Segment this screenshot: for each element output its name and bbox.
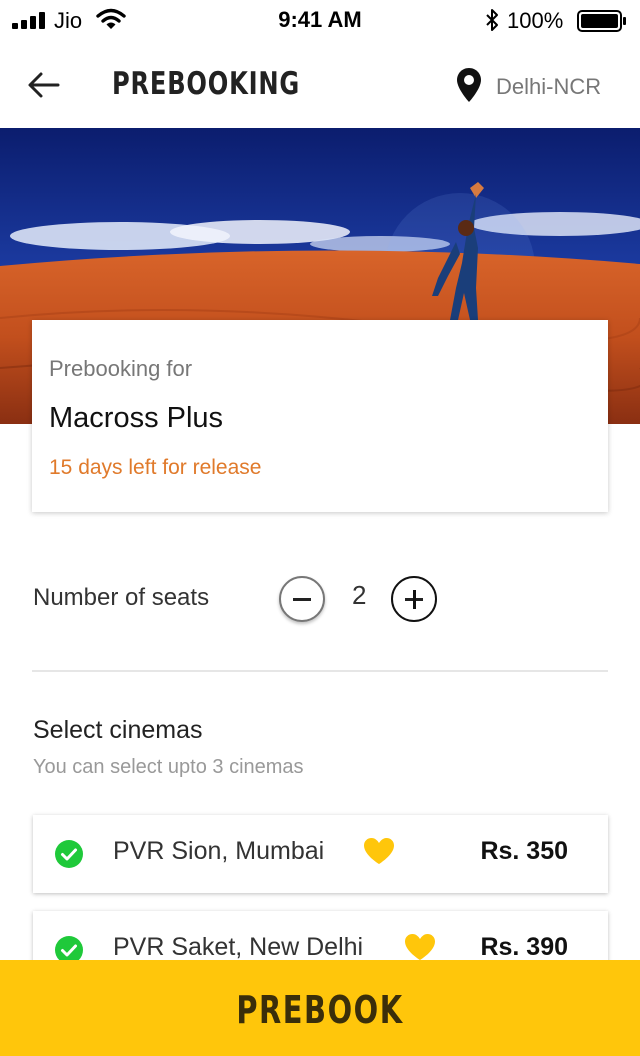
status-bar: Jio 9:41 AM 100% bbox=[0, 0, 640, 40]
cinema-name: PVR Sion, Mumbai bbox=[113, 837, 325, 865]
check-circle-icon[interactable] bbox=[54, 839, 84, 869]
increase-seats-button[interactable] bbox=[391, 576, 437, 622]
battery-percent: 100% bbox=[507, 8, 564, 33]
back-arrow-icon[interactable] bbox=[26, 69, 62, 101]
location-pin-icon bbox=[457, 68, 481, 102]
prebook-button[interactable]: PREBOOK bbox=[0, 960, 640, 1056]
heart-icon[interactable] bbox=[404, 933, 436, 961]
heart-icon[interactable] bbox=[363, 837, 395, 865]
bluetooth-icon bbox=[486, 9, 498, 31]
page-title: PREBOOKING bbox=[112, 66, 301, 102]
release-countdown: 15 days left for release bbox=[49, 456, 262, 479]
movie-title: Macross Plus bbox=[49, 402, 224, 434]
location-label: Delhi-NCR bbox=[496, 74, 602, 99]
cinema-price: Rs. 390 bbox=[480, 933, 568, 961]
prebooking-caption: Prebooking for bbox=[49, 356, 193, 381]
app-header: PREBOOKING Delhi-NCR bbox=[0, 40, 640, 128]
select-cinemas-title: Select cinemas bbox=[33, 716, 203, 744]
decrease-seats-button[interactable] bbox=[279, 576, 325, 622]
cinema-name: PVR Saket, New Delhi bbox=[113, 933, 364, 961]
movie-info-card: Prebooking for Macross Plus 15 days left… bbox=[32, 320, 608, 512]
select-cinemas-hint: You can select upto 3 cinemas bbox=[33, 756, 304, 778]
prebook-button-label: PREBOOK bbox=[236, 988, 404, 1032]
battery-icon bbox=[577, 10, 626, 32]
seats-label: Number of seats bbox=[33, 584, 210, 611]
cinema-price: Rs. 350 bbox=[480, 837, 568, 865]
divider bbox=[32, 670, 608, 672]
cinema-row[interactable]: PVR Sion, Mumbai Rs. 350 bbox=[33, 815, 608, 893]
seat-count: 2 bbox=[352, 580, 367, 610]
